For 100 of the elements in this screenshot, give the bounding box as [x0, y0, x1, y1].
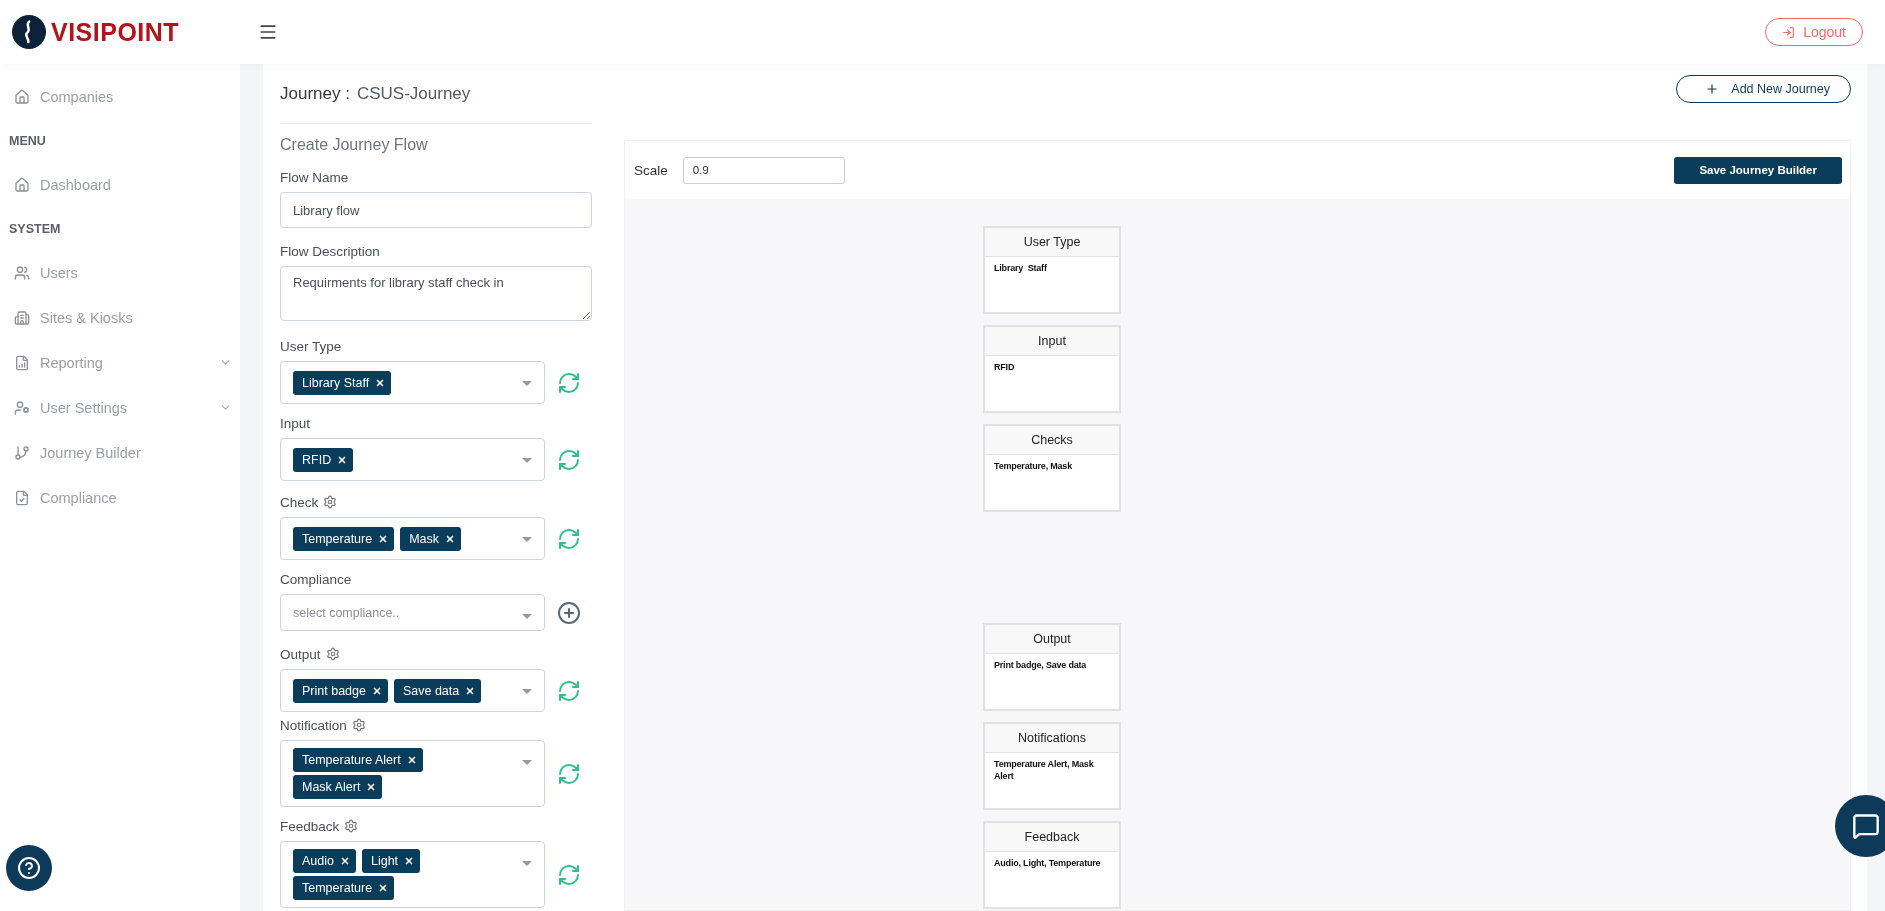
node-text: Library Staff — [993, 262, 1048, 275]
field-label: Notification — [280, 717, 347, 733]
tag: Mask Alert — [293, 775, 383, 799]
node-text: Print badge, Save data — [993, 659, 1088, 672]
save-builder-button[interactable]: Save Journey Builder — [1674, 156, 1842, 184]
caret-icon — [522, 689, 532, 694]
menu-icon — [258, 22, 278, 42]
flow-node[interactable]: Output Print badge, Save data — [983, 623, 1121, 711]
select-placeholder: select compliance.. — [293, 605, 400, 620]
refresh-icon — [557, 761, 581, 786]
tag: Audio — [293, 849, 356, 873]
caret-icon — [522, 458, 532, 463]
house-icon — [14, 88, 30, 105]
scale-label: Scale — [634, 162, 668, 178]
refresh-icon — [557, 678, 581, 703]
refresh-icon — [557, 862, 581, 887]
user-gear-icon — [14, 399, 30, 416]
scale-field[interactable]: 0.9 — [682, 156, 845, 184]
node-title: Feedback — [985, 823, 1119, 852]
select-field[interactable]: Audio Light Temperature — [280, 841, 545, 908]
flow-node[interactable]: User Type Library Staff — [983, 226, 1121, 314]
menu-button[interactable] — [258, 22, 278, 42]
select-field[interactable]: Temperature Alert Mask Alert — [280, 740, 545, 807]
tag: Print badge — [293, 678, 388, 703]
caret-icon — [522, 760, 532, 765]
tag: Temperature Alert — [293, 748, 423, 772]
field-label: Compliance — [280, 571, 352, 587]
plus-circle-icon — [557, 600, 581, 625]
plus-icon — [1705, 82, 1720, 96]
tag: Temperature — [293, 526, 395, 551]
logo-icon — [12, 15, 46, 49]
building-icon — [14, 309, 30, 326]
settings-icon[interactable] — [325, 647, 340, 661]
add-journey-button[interactable]: Add New Journey — [1676, 75, 1851, 103]
remove-icon[interactable] — [371, 685, 382, 696]
remove-icon[interactable] — [445, 533, 456, 544]
login-arrow-icon — [1782, 25, 1796, 39]
logo-text: VISIPOINT — [51, 17, 180, 47]
flow-description-field[interactable]: Requirments for library staff check in — [280, 266, 592, 321]
chat-icon — [1852, 812, 1880, 840]
select-field[interactable]: Print badge Save data — [280, 669, 545, 712]
field-label: Input — [280, 415, 311, 431]
caret-icon — [522, 614, 532, 619]
refresh-icon — [557, 370, 581, 395]
node-title: Notifications — [985, 724, 1119, 753]
tag: Mask — [400, 526, 462, 551]
field-label: Check — [280, 494, 319, 510]
help-button[interactable] — [6, 845, 52, 891]
sidebar-section-title: MENU — [8, 132, 47, 150]
remove-icon[interactable] — [378, 883, 389, 893]
node-title: Input — [985, 327, 1119, 356]
add-button[interactable] — [557, 600, 581, 625]
flow-node[interactable]: Feedback Audio, Light, Temperature — [983, 821, 1121, 909]
field-label: Flow Description — [280, 243, 380, 259]
settings-icon[interactable] — [323, 495, 338, 509]
form-title: Create Journey Flow — [280, 136, 429, 154]
flow-name-field[interactable]: Library flow — [280, 192, 592, 228]
remove-icon[interactable] — [337, 454, 348, 465]
field-label: Flow Name — [280, 169, 349, 185]
tag: RFID — [293, 447, 354, 472]
remove-icon[interactable] — [340, 856, 350, 866]
flow-node[interactable]: Notifications Temperature Alert, Mask Alert — [983, 722, 1121, 810]
tag: Light — [362, 849, 421, 873]
remove-icon[interactable] — [404, 856, 415, 866]
tag: Library Staff — [293, 370, 392, 395]
document-check-icon — [14, 489, 30, 506]
node-text: Audio, Light, Temperature — [993, 857, 1102, 870]
report-icon — [14, 354, 30, 371]
remove-icon[interactable] — [378, 533, 389, 544]
select-field[interactable]: Temperature Mask — [280, 517, 545, 560]
flow-node[interactable]: Input RFID — [983, 325, 1121, 413]
refresh-icon — [557, 447, 581, 472]
select-field[interactable]: RFID — [280, 438, 545, 481]
caret-icon — [522, 861, 532, 866]
node-text: Temperature Alert, Mask Alert — [993, 758, 1095, 784]
question-icon — [17, 856, 41, 880]
node-text: RFID — [993, 361, 1016, 374]
journey-label: Journey : — [280, 83, 350, 104]
tag: Temperature — [293, 876, 395, 900]
caret-icon — [522, 381, 532, 386]
node-text: Temperature, Mask — [993, 460, 1073, 473]
select-field[interactable]: Library Staff — [280, 361, 545, 404]
settings-icon[interactable] — [351, 718, 366, 732]
branch-icon — [14, 444, 30, 461]
field-label: User Type — [280, 338, 342, 354]
remove-icon[interactable] — [375, 377, 386, 388]
remove-icon[interactable] — [406, 755, 417, 765]
remove-icon[interactable] — [366, 782, 377, 792]
remove-icon[interactable] — [465, 685, 476, 696]
house-icon — [14, 176, 30, 193]
sidebar-section-title: SYSTEM — [8, 220, 62, 238]
field-label: Feedback — [280, 818, 340, 834]
field-label: Output — [280, 646, 321, 662]
refresh-icon — [557, 526, 581, 551]
node-title: User Type — [985, 228, 1119, 257]
journey-name: CSUS-Journey — [356, 83, 471, 104]
users-icon — [14, 264, 30, 281]
flow-node[interactable]: Checks Temperature, Mask — [983, 424, 1121, 512]
settings-icon[interactable] — [344, 819, 359, 833]
tag: Save data — [393, 678, 482, 703]
